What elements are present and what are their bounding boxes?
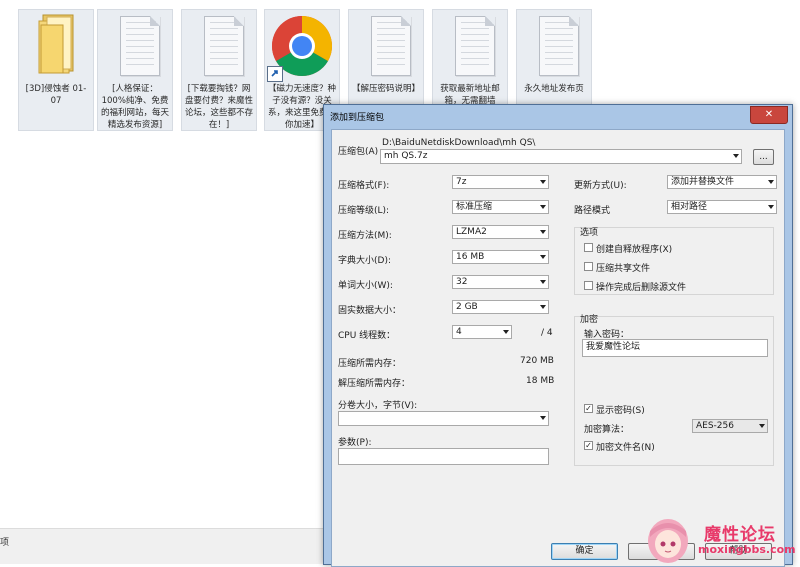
close-button[interactable]: ✕ bbox=[750, 106, 788, 124]
folder-icon bbox=[38, 14, 74, 74]
chevron-down-icon bbox=[540, 280, 546, 284]
solid-combo[interactable]: 2 GB bbox=[452, 300, 549, 314]
update-value: 添加并替换文件 bbox=[671, 177, 735, 187]
mem-comp-value: 720 MB bbox=[520, 356, 554, 366]
level-label: 压缩等级(L): bbox=[338, 206, 390, 216]
chevron-down-icon bbox=[540, 230, 546, 234]
delete-checkbox[interactable] bbox=[584, 281, 593, 290]
mem-comp-label: 压缩所需内存： bbox=[338, 359, 402, 369]
word-combo[interactable]: 32 bbox=[452, 275, 549, 289]
ok-button[interactable]: 确定 bbox=[551, 543, 618, 560]
document-icon bbox=[455, 16, 495, 76]
document-icon bbox=[204, 16, 244, 76]
update-combo[interactable]: 添加并替换文件 bbox=[667, 175, 777, 189]
format-combo[interactable]: 7z bbox=[452, 175, 549, 189]
archive-name-value: mh QS.7z bbox=[384, 151, 428, 161]
chevron-down-icon bbox=[503, 330, 509, 334]
cpu-combo[interactable]: 4 bbox=[452, 325, 512, 339]
chevron-down-icon bbox=[540, 180, 546, 184]
cpu-label: CPU 线程数： bbox=[338, 331, 396, 341]
path-mode-value: 相对路径 bbox=[671, 202, 708, 212]
word-value: 32 bbox=[456, 277, 468, 287]
method-combo[interactable]: LZMA2 bbox=[452, 225, 549, 239]
delete-label: 操作完成后删除源文件 bbox=[596, 283, 687, 293]
file-item[interactable]: [下载要掏钱？网盘要付费？来魔性论坛，这些都不存在！] bbox=[181, 9, 257, 131]
show-password-label: 显示密码(S) bbox=[596, 406, 645, 416]
chevron-down-icon bbox=[540, 255, 546, 259]
mem-decomp-label: 解压缩所需内存： bbox=[338, 379, 411, 389]
solid-label: 固实数据大小： bbox=[338, 306, 402, 316]
word-label: 单词大小(W): bbox=[338, 281, 393, 291]
chevron-down-icon bbox=[759, 424, 765, 428]
sfx-label: 创建自释放程序(X) bbox=[596, 245, 673, 255]
enc-method-label: 加密算法： bbox=[584, 425, 630, 435]
enc-method-value: AES-256 bbox=[696, 421, 734, 431]
file-label: 【解压密码说明】 bbox=[351, 84, 420, 94]
dialog-title: 添加到压缩包 bbox=[330, 113, 385, 123]
dict-label: 字典大小(D): bbox=[338, 256, 391, 266]
cpu-value: 4 bbox=[456, 327, 462, 337]
file-label: 永久地址发布页 bbox=[524, 84, 584, 94]
method-value: LZMA2 bbox=[456, 227, 487, 237]
sfx-checkbox[interactable] bbox=[584, 243, 593, 252]
browse-button[interactable]: ... bbox=[753, 149, 774, 165]
enc-method-combo[interactable]: AES-256 bbox=[692, 419, 768, 433]
chevron-down-icon bbox=[733, 154, 739, 158]
format-label: 压缩格式(F): bbox=[338, 181, 390, 191]
cpu-total: / 4 bbox=[541, 328, 553, 338]
method-label: 压缩方法(M): bbox=[338, 231, 392, 241]
add-to-archive-dialog: 添加到压缩包 ✕ 压缩包(A) D:\BaiduNetdiskDownload\… bbox=[323, 104, 793, 567]
watermark-url: moxingbbs.com bbox=[698, 543, 796, 556]
file-label: [下载要掏钱？网盘要付费？来魔性论坛，这些都不存在！] bbox=[184, 84, 253, 130]
file-item[interactable]: [人格保证：100%纯净、免费的福利网站，每天精选发布资源] bbox=[97, 9, 173, 131]
title-bar[interactable]: 添加到压缩包 ✕ bbox=[324, 105, 792, 127]
format-value: 7z bbox=[456, 177, 467, 187]
shortcut-arrow-icon bbox=[267, 66, 283, 82]
document-icon bbox=[539, 16, 579, 76]
shared-checkbox[interactable] bbox=[584, 262, 593, 271]
options-title: 选项 bbox=[580, 228, 599, 238]
solid-value: 2 GB bbox=[456, 302, 478, 312]
level-combo[interactable]: 标准压缩 bbox=[452, 200, 549, 214]
document-icon bbox=[371, 16, 411, 76]
encrypt-names-label: 加密文件名(N) bbox=[596, 443, 655, 453]
volume-label: 分卷大小，字节(V): bbox=[338, 401, 418, 411]
anime-girl-mascot-icon bbox=[648, 519, 688, 563]
encryption-title: 加密 bbox=[580, 315, 599, 325]
chevron-down-icon bbox=[768, 180, 774, 184]
level-value: 标准压缩 bbox=[456, 202, 493, 212]
chevron-down-icon bbox=[768, 205, 774, 209]
document-icon bbox=[120, 16, 160, 76]
chevron-down-icon bbox=[540, 205, 546, 209]
dict-combo[interactable]: 16 MB bbox=[452, 250, 549, 264]
watermark: 魔性论坛 moxingbbs.com bbox=[640, 517, 800, 563]
show-password-checkbox[interactable]: ✓ bbox=[584, 404, 593, 413]
file-item-folder[interactable]: [3D]侵蚀者 01-07 bbox=[18, 9, 94, 131]
chevron-down-icon bbox=[540, 416, 546, 420]
update-label: 更新方式(U): bbox=[574, 181, 627, 191]
password-input[interactable]: 我爱魔性论坛 bbox=[582, 339, 768, 357]
archive-label: 压缩包(A) bbox=[338, 147, 379, 157]
path-mode-combo[interactable]: 相对路径 bbox=[667, 200, 777, 214]
mem-decomp-value: 18 MB bbox=[526, 376, 555, 386]
status-bar: 项 bbox=[0, 528, 330, 564]
volume-combo[interactable] bbox=[338, 411, 549, 426]
path-mode-label: 路径模式 bbox=[574, 206, 611, 216]
dialog-body: 压缩包(A) D:\BaiduNetdiskDownload\mh QS\ mh… bbox=[331, 129, 785, 567]
file-label: [3D]侵蚀者 01-07 bbox=[25, 84, 87, 106]
file-label: [人格保证：100%纯净、免费的福利网站，每天精选发布资源] bbox=[100, 84, 169, 130]
dict-value: 16 MB bbox=[456, 252, 485, 262]
params-label: 参数(P): bbox=[338, 438, 372, 448]
shared-label: 压缩共享文件 bbox=[596, 264, 651, 274]
archive-name-combo[interactable]: mh QS.7z bbox=[380, 149, 742, 164]
params-input[interactable] bbox=[338, 448, 549, 465]
encrypt-names-checkbox[interactable]: ✓ bbox=[584, 441, 593, 450]
chevron-down-icon bbox=[540, 305, 546, 309]
status-text: 项 bbox=[0, 538, 10, 548]
archive-path: D:\BaiduNetdiskDownload\mh QS\ bbox=[382, 138, 536, 148]
watermark-name: 魔性论坛 bbox=[704, 525, 776, 545]
